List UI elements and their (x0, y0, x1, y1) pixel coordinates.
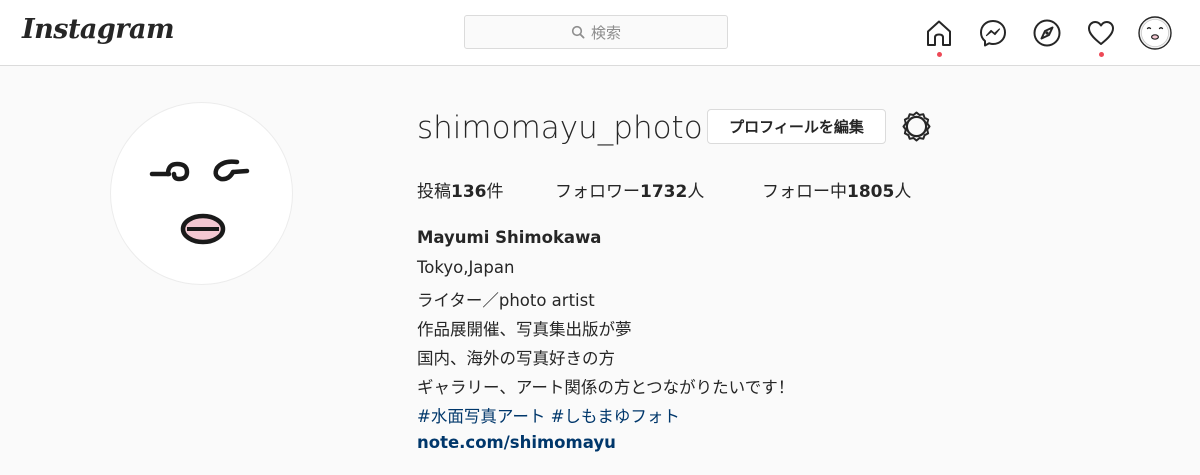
home-notification-dot (937, 52, 942, 57)
following-stat[interactable]: フォロー中1805人 (762, 177, 911, 202)
following-label: フォロー中 (762, 182, 847, 202)
bio-line: Tokyo,Japan (417, 258, 515, 277)
profile-picture[interactable] (110, 102, 293, 285)
instagram-logo[interactable]: Instagram (22, 14, 175, 45)
following-unit: 人 (894, 182, 912, 202)
activity-heart-icon[interactable] (1086, 18, 1116, 48)
settings-gear-icon[interactable] (900, 110, 933, 143)
bio-line: ライター／photo artist (417, 291, 595, 310)
posts-count: 136 (451, 182, 487, 202)
messenger-icon[interactable] (978, 18, 1008, 48)
profile-username: shimomayu_photo (417, 110, 703, 146)
activity-notification-dot (1099, 52, 1104, 57)
following-count: 1805 (847, 182, 895, 202)
followers-count: 1732 (640, 182, 688, 202)
bio-line: 作品展開催、写真集出版が夢 (417, 320, 632, 339)
followers-label: フォロワー (555, 182, 640, 202)
posts-stat: 投稿136件 (417, 177, 504, 202)
edit-profile-button[interactable]: プロフィールを編集 (707, 109, 886, 144)
bio-line: 国内、海外の写真好きの方 (417, 349, 615, 368)
home-icon[interactable] (924, 18, 954, 48)
followers-unit: 人 (687, 182, 705, 202)
profile-website-link[interactable]: note.com/shimomayu (417, 433, 616, 452)
bio-line: ギャラリー、アート関係の方とつながりたいです！ (417, 378, 795, 397)
posts-unit: 件 (486, 182, 504, 202)
followers-stat[interactable]: フォロワー1732人 (555, 177, 704, 202)
profile-full-name: Mayumi Shimokawa (417, 228, 602, 247)
bio-hashtags[interactable]: #水面写真アート #しもまゆフォト (417, 403, 680, 427)
search-icon (571, 25, 585, 39)
top-nav-bar: Instagram 検索 (0, 0, 1200, 66)
posts-label: 投稿 (417, 182, 451, 202)
search-input[interactable]: 検索 (464, 15, 728, 49)
profile-avatar-icon[interactable] (1138, 16, 1172, 50)
search-placeholder: 検索 (590, 23, 621, 42)
explore-icon[interactable] (1032, 18, 1062, 48)
